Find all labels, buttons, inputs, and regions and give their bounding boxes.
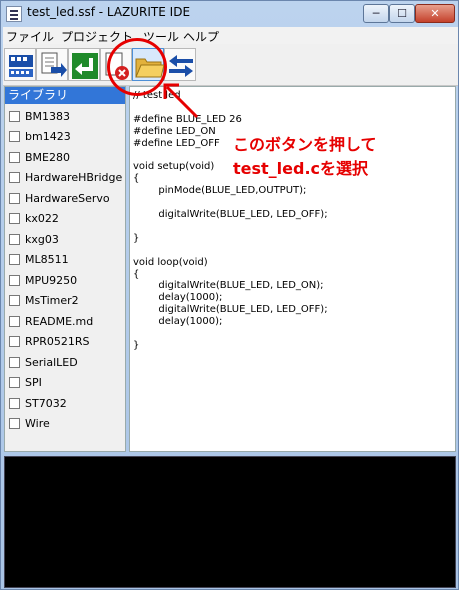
- code-line: }: [133, 339, 140, 351]
- upload-button[interactable]: [36, 48, 68, 81]
- library-item[interactable]: bm1423: [8, 128, 124, 146]
- checkbox[interactable]: [9, 295, 20, 306]
- checkbox[interactable]: [9, 234, 20, 245]
- code-line: void loop(void): [133, 256, 208, 268]
- library-item[interactable]: HardwareServo: [8, 190, 124, 208]
- maximize-button[interactable]: ☐: [389, 4, 415, 23]
- checkbox[interactable]: [9, 254, 20, 265]
- checkbox[interactable]: [9, 357, 20, 368]
- code-line: #define LED_OFF: [133, 137, 220, 149]
- code-line: digitalWrite(BLUE_LED, LED_OFF);: [133, 209, 328, 220]
- toolbar: [3, 44, 458, 86]
- build-icon: [9, 55, 33, 77]
- library-item[interactable]: RPR0521RS: [8, 333, 124, 351]
- library-item[interactable]: SerialLED: [8, 354, 124, 372]
- compare-button[interactable]: [164, 48, 196, 81]
- library-item[interactable]: README.md: [8, 313, 124, 331]
- annotation-arrow-icon: [163, 83, 199, 119]
- checkbox[interactable]: [9, 418, 20, 429]
- code-line: void setup(void): [133, 161, 215, 173]
- library-item[interactable]: SPI: [8, 374, 124, 392]
- checkbox[interactable]: [9, 213, 20, 224]
- annotation-text-2: test_led.cを選択: [233, 159, 369, 178]
- library-item[interactable]: BM1383: [8, 108, 124, 126]
- annotation-text-1: このボタンを押して: [233, 135, 377, 154]
- highlight-circle: [107, 38, 167, 96]
- menu-bar: ファイル プロジェクト ツール ヘルプ: [3, 27, 458, 44]
- checkbox[interactable]: [9, 316, 20, 327]
- library-item[interactable]: MPU9250: [8, 272, 124, 290]
- menu-help[interactable]: ヘルプ: [183, 28, 219, 45]
- output-console: [4, 456, 456, 588]
- checkbox[interactable]: [9, 275, 20, 286]
- code-line: #define LED_ON: [133, 125, 216, 137]
- code-line: {: [133, 268, 140, 280]
- library-item[interactable]: BME280: [8, 149, 124, 167]
- code-line: digitalWrite(BLUE_LED, LED_OFF);: [133, 304, 328, 316]
- ide-window: test_led.ssf - LAZURITE IDE ─ ☐ ✕ ファイル プ…: [0, 0, 459, 590]
- checkbox[interactable]: [9, 131, 20, 142]
- checkbox[interactable]: [9, 377, 20, 388]
- code-line: }: [133, 232, 140, 244]
- code-line: {: [133, 173, 140, 185]
- minimize-button[interactable]: ─: [363, 4, 389, 23]
- library-panel: ライブラリ BM1383 bm1423 BME280 HardwareHBrid…: [4, 86, 126, 452]
- close-button[interactable]: ✕: [415, 4, 455, 23]
- library-item[interactable]: HardwareHBridge: [8, 169, 124, 187]
- checkbox[interactable]: [9, 172, 20, 183]
- window-title: test_led.ssf - LAZURITE IDE: [27, 5, 191, 19]
- library-item[interactable]: ST7032: [8, 395, 124, 413]
- green-arrow-icon: [72, 53, 98, 79]
- library-item[interactable]: ML8511: [8, 251, 124, 269]
- library-item[interactable]: kxg03: [8, 231, 124, 249]
- code-line: pinMode(BLUE_LED,OUTPUT);: [133, 185, 307, 197]
- code-line: digitalWrite(BLUE_LED, LED_ON);: [133, 280, 324, 292]
- checkbox[interactable]: [9, 398, 20, 409]
- menu-file[interactable]: ファイル: [6, 28, 54, 45]
- checkbox[interactable]: [9, 193, 20, 204]
- checkbox[interactable]: [9, 111, 20, 122]
- double-arrow-icon: [169, 55, 193, 77]
- app-icon: [6, 6, 22, 22]
- checkbox[interactable]: [9, 152, 20, 163]
- library-item[interactable]: kx022: [8, 210, 124, 228]
- build-button[interactable]: [4, 48, 36, 81]
- title-bar: test_led.ssf - LAZURITE IDE ─ ☐ ✕: [1, 1, 458, 27]
- upload-icon: [41, 52, 67, 77]
- library-item[interactable]: Wire: [8, 415, 124, 433]
- checkbox[interactable]: [9, 336, 20, 347]
- library-item[interactable]: MsTimer2: [8, 292, 124, 310]
- library-header: ライブラリ: [5, 87, 125, 104]
- code-line: delay(1000);: [133, 316, 223, 328]
- code-line: delay(1000);: [133, 292, 223, 304]
- new-file-button[interactable]: [68, 48, 100, 81]
